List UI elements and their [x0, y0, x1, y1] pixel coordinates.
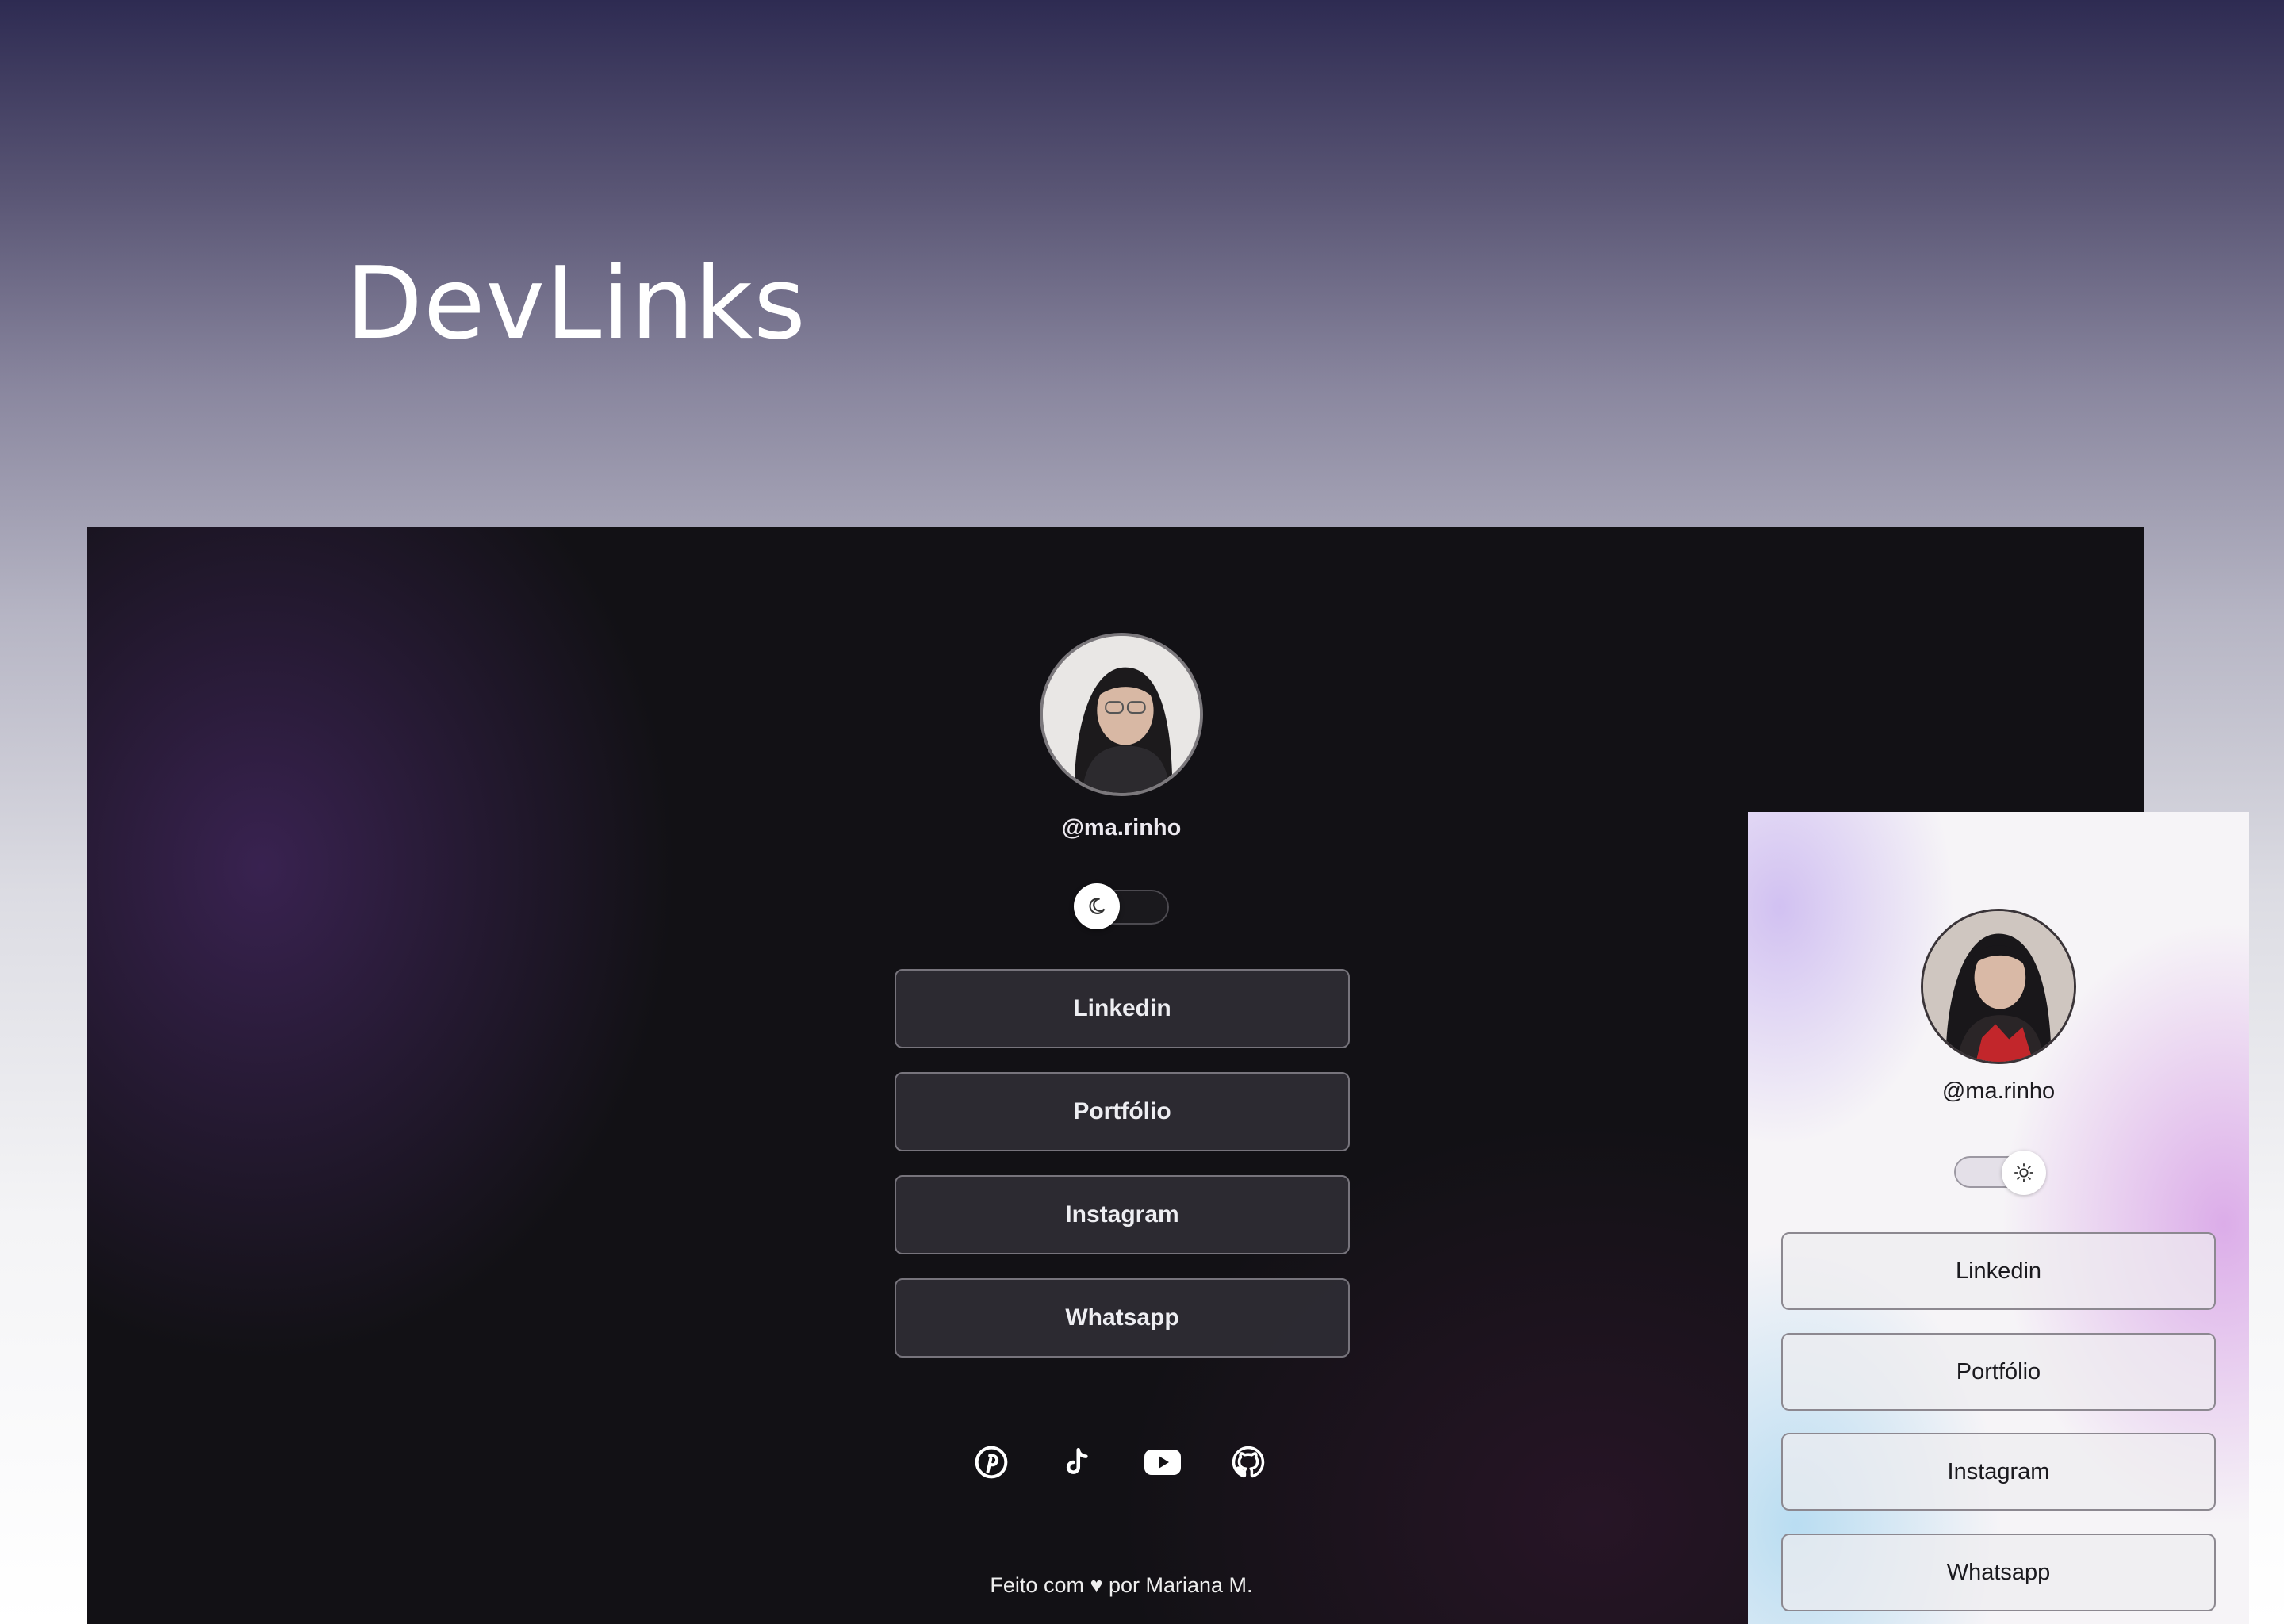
profile-handle: @ma.rinho [1061, 815, 1182, 841]
pinterest-icon[interactable] [968, 1438, 1015, 1486]
profile-avatar [1921, 909, 2076, 1064]
tiktok-icon[interactable] [1053, 1438, 1101, 1486]
footer-credit: Feito com ♥ por Mariana M. [990, 1573, 1253, 1597]
link-linkedin-button[interactable]: Linkedin [895, 969, 1350, 1048]
link-portfolio-button[interactable]: Portfólio [1781, 1333, 2216, 1411]
profile-handle: @ma.rinho [1941, 1078, 2056, 1104]
app-title: DevLinks [346, 245, 807, 362]
youtube-icon[interactable] [1139, 1438, 1186, 1486]
profile-avatar [1040, 633, 1203, 796]
profile-photo [1923, 911, 2074, 1062]
link-instagram-button[interactable]: Instagram [895, 1175, 1350, 1254]
theme-toggle-knob[interactable] [1074, 883, 1120, 929]
link-instagram-button[interactable]: Instagram [1781, 1433, 2216, 1511]
link-whatsapp-button[interactable]: Whatsapp [1781, 1534, 2216, 1611]
link-whatsapp-button[interactable]: Whatsapp [895, 1278, 1350, 1358]
profile-photo [1043, 636, 1200, 793]
theme-toggle-knob[interactable] [2002, 1151, 2046, 1195]
link-portfolio-button[interactable]: Portfólio [895, 1072, 1350, 1151]
sun-icon [2014, 1162, 2034, 1183]
github-icon[interactable] [1224, 1438, 1272, 1486]
social-links [968, 1438, 1272, 1486]
mobile-light-preview: @ma.rinho Linkedin Portfólio Instagram W… [1748, 812, 2249, 1624]
link-linkedin-button[interactable]: Linkedin [1781, 1232, 2216, 1310]
moon-icon [1089, 898, 1106, 914]
